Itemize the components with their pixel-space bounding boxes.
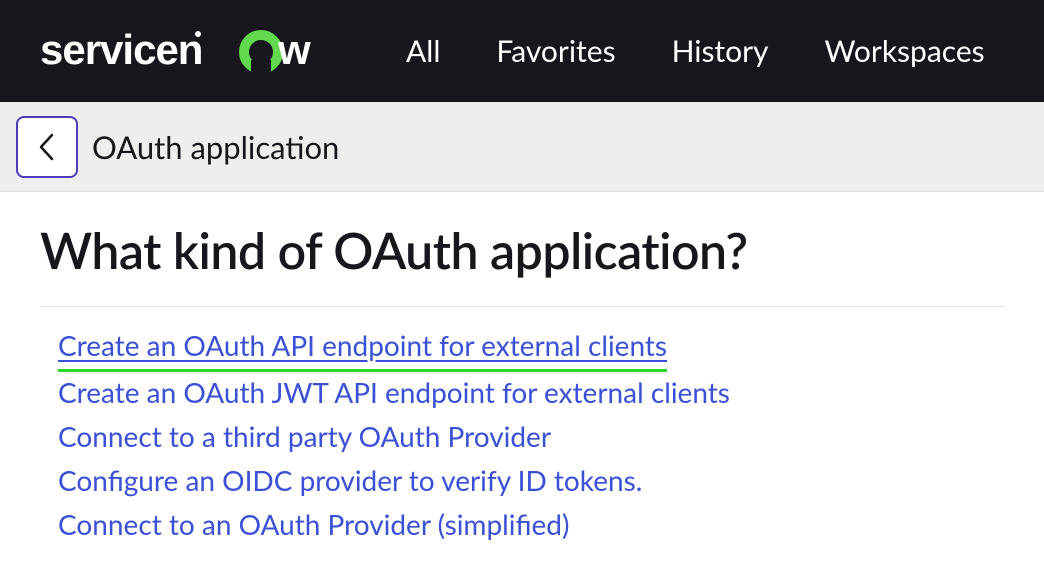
svg-text:servicen: servicen [40,30,202,72]
nav-item-all[interactable]: All [406,33,440,69]
svg-text:w: w [277,30,311,72]
servicenow-logo-icon: servicen w [40,30,348,72]
page-heading: What kind of OAuth application? [40,220,1004,307]
nav-item-favorites[interactable]: Favorites [496,33,615,69]
breadcrumb-title: OAuth application [92,128,339,166]
back-button[interactable] [16,116,78,178]
option-configure-oidc-provider[interactable]: Configure an OIDC provider to verify ID … [58,458,642,502]
servicenow-logo[interactable]: servicen w [40,30,348,72]
main-content: What kind of OAuth application? Create a… [0,192,1044,546]
nav-items: All Favorites History Workspaces [406,33,985,69]
option-connect-third-party-oauth-provider[interactable]: Connect to a third party OAuth Provider [58,414,551,458]
option-connect-oauth-provider-simplified[interactable]: Connect to an OAuth Provider (simplified… [58,502,569,546]
nav-item-workspaces[interactable]: Workspaces [825,33,985,69]
top-nav-bar: servicen w All Favorites History Workspa… [0,0,1044,102]
option-create-oauth-jwt-api-endpoint[interactable]: Create an OAuth JWT API endpoint for ext… [58,370,730,414]
breadcrumb-bar: OAuth application [0,102,1044,192]
nav-item-history[interactable]: History [672,33,769,69]
options-list: Create an OAuth API endpoint for externa… [40,307,1004,546]
chevron-left-icon [38,133,56,161]
option-create-oauth-api-endpoint[interactable]: Create an OAuth API endpoint for externa… [58,323,667,372]
